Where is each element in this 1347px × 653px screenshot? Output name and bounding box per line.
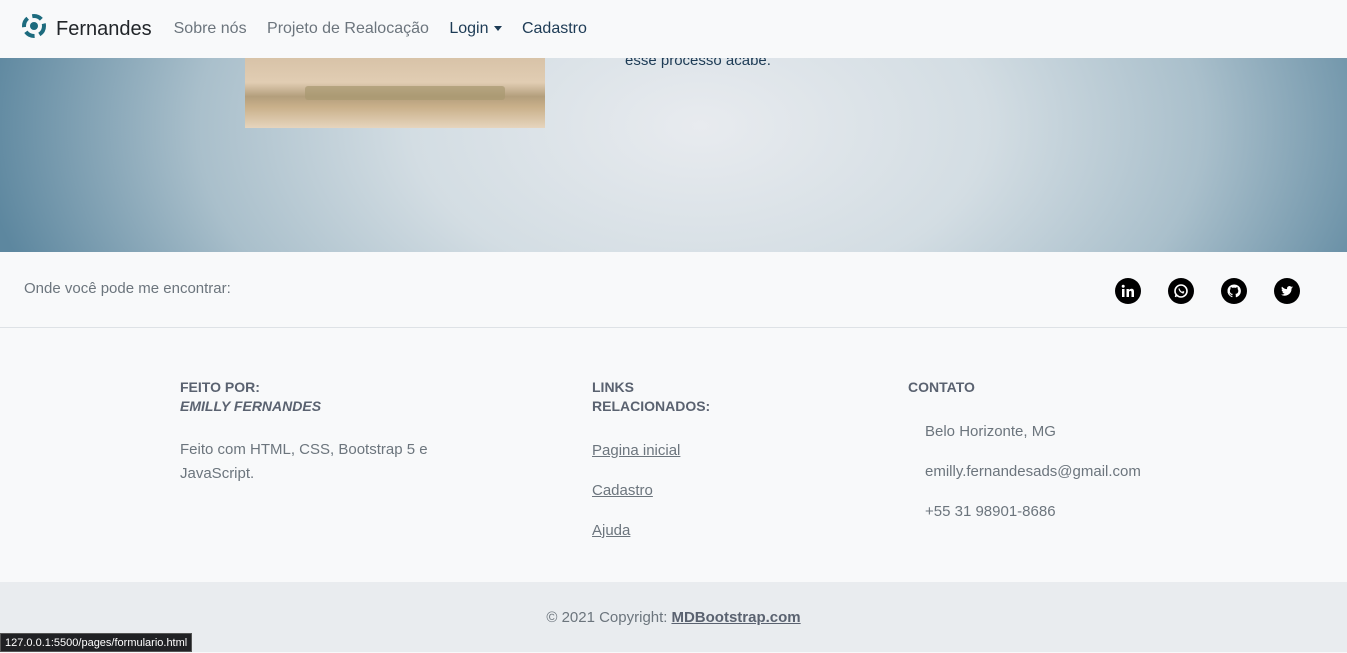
footer-link-home[interactable]: Pagina inicial	[592, 439, 680, 463]
brand-name: Fernandes	[56, 17, 152, 40]
links-heading: LINKS RELACIONADOS:	[592, 379, 711, 414]
footer-link-ajuda[interactable]: Ajuda	[592, 519, 630, 543]
footer-columns: FEITO POR: EMILLY FERNANDES Feito com HT…	[0, 328, 1347, 582]
nav-login-dropdown[interactable]: Login	[449, 20, 502, 37]
linkedin-icon[interactable]	[1115, 278, 1141, 304]
copyright-link[interactable]: MDBootstrap.com	[671, 609, 800, 626]
logo-icon	[22, 14, 46, 44]
nav-links: Sobre nós Projeto de Realocação Login Ca…	[166, 20, 595, 38]
whatsapp-icon[interactable]	[1168, 278, 1194, 304]
caret-down-icon	[493, 26, 502, 32]
contact-heading: CONTATO	[908, 379, 975, 395]
footer-col-links: LINKS RELACIONADOS: Pagina inicial Cadas…	[592, 378, 792, 578]
hero-image	[245, 58, 545, 128]
about-text: Feito com HTML, CSS, Bootstrap 5 e JavaS…	[180, 441, 428, 482]
copyright-bar: © 2021 Copyright: MDBootstrap.com	[0, 582, 1347, 652]
nav-cadastro[interactable]: Cadastro	[522, 20, 587, 37]
hero-section: esse processo acabe.	[0, 52, 1347, 252]
social-icons	[1115, 278, 1300, 304]
about-heading: FEITO POR:	[180, 379, 260, 395]
copyright-text: © 2021 Copyright:	[546, 608, 668, 626]
nav-login-label: Login	[449, 20, 489, 37]
about-author: EMILLY FERNANDES	[180, 398, 322, 414]
twitter-icon[interactable]	[1274, 278, 1300, 304]
brand[interactable]: Fernandes	[22, 14, 152, 44]
footer-col-contact: CONTATO Belo Horizonte, MG emilly.fernan…	[908, 378, 1208, 578]
status-bar-url: 127.0.0.1:5500/pages/formulario.html	[0, 633, 193, 652]
nav-projeto[interactable]: Projeto de Realocação	[267, 20, 429, 37]
social-bar: Onde você pode me encontrar:	[0, 252, 1347, 328]
footer-link-cadastro[interactable]: Cadastro	[592, 479, 653, 503]
contact-address: Belo Horizonte, MG	[925, 423, 1056, 440]
footer-col-about: FEITO POR: EMILLY FERNANDES Feito com HT…	[180, 378, 460, 486]
navbar: Fernandes Sobre nós Projeto de Realocaçã…	[0, 0, 1347, 58]
nav-sobre[interactable]: Sobre nós	[174, 20, 247, 37]
social-label: Onde você pode me encontrar:	[24, 280, 231, 297]
github-icon[interactable]	[1221, 278, 1247, 304]
contact-phone: +55 31 98901-8686	[925, 503, 1056, 520]
contact-email: emilly.fernandesads@gmail.com	[925, 463, 1141, 480]
